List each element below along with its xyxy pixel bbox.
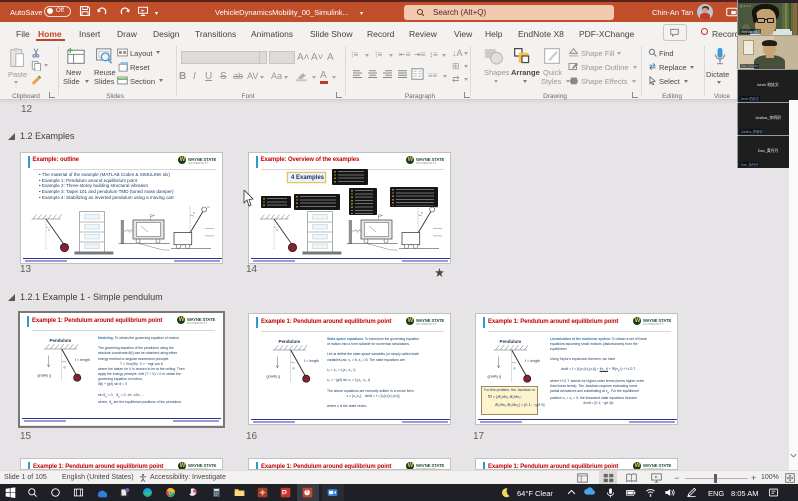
svg-text:m: m bbox=[435, 205, 438, 209]
svg-text:gravity g: gravity g bbox=[267, 375, 281, 379]
svg-text:θ: θ bbox=[293, 367, 295, 371]
svg-text:θ: θ bbox=[64, 366, 66, 370]
svg-text:θ: θ bbox=[514, 367, 516, 371]
svg-text:θ: θ bbox=[421, 211, 423, 215]
svg-text:ℓ = length: ℓ = length bbox=[75, 358, 90, 362]
svg-text:θ: θ bbox=[193, 211, 195, 215]
svg-text:θ: θ bbox=[48, 228, 50, 232]
svg-text:gravity g: gravity g bbox=[488, 375, 502, 379]
svg-text:ℓ = length: ℓ = length bbox=[525, 359, 540, 363]
svg-text:m: m bbox=[207, 205, 210, 209]
svg-text:ℓ = length: ℓ = length bbox=[304, 359, 319, 363]
svg-text:θ: θ bbox=[276, 228, 278, 232]
svg-text:gravity g: gravity g bbox=[38, 374, 52, 378]
